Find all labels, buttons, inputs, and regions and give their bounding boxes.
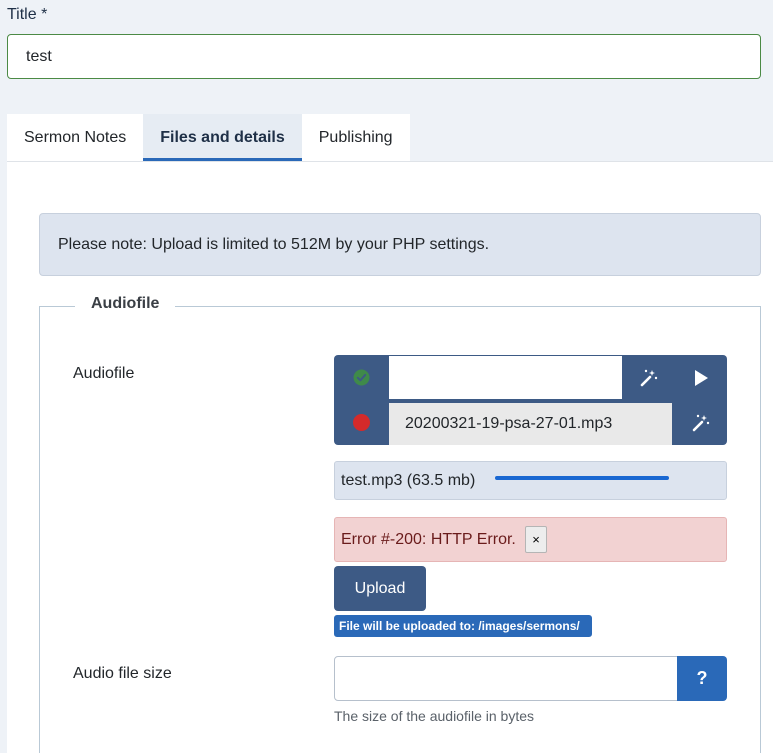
- audio-file-size-label: Audio file size: [73, 665, 172, 682]
- audiofile-local-select[interactable]: 20200321-19-psa-27-01.mp3: [389, 403, 672, 445]
- help-button[interactable]: ?: [677, 656, 727, 701]
- upload-progress-text: test.mp3 (63.5 mb): [341, 472, 476, 489]
- tab-sermon-notes[interactable]: Sermon Notes: [7, 114, 144, 161]
- upload-progress: test.mp3 (63.5 mb): [334, 461, 727, 500]
- upload-error: Error #-200: HTTP Error. ×: [334, 517, 727, 562]
- audio-file-size-input[interactable]: [334, 656, 678, 701]
- audiofile-local-row: 20200321-19-psa-27-01.mp3: [334, 400, 727, 445]
- red-dot-icon: [353, 414, 370, 431]
- local-lookup-button[interactable]: [675, 400, 727, 445]
- error-close-button[interactable]: ×: [525, 526, 547, 553]
- title-label: Title *: [7, 6, 48, 23]
- audiofile-url-input[interactable]: [389, 355, 622, 400]
- audiofile-fieldset: Audiofile Audiofile 20200321-19-psa-27-0…: [39, 295, 761, 753]
- audiofile-label: Audiofile: [73, 365, 135, 382]
- title-input[interactable]: test: [7, 34, 761, 79]
- play-button[interactable]: [675, 355, 727, 400]
- check-circle-icon: [353, 369, 370, 386]
- fieldset-legend: Audiofile: [75, 295, 176, 313]
- audiofile-url-row: [334, 355, 727, 400]
- upload-path-badge: File will be uploaded to: /images/sermon…: [334, 615, 592, 637]
- upload-button[interactable]: Upload: [334, 566, 426, 611]
- magic-wand-icon: [639, 368, 659, 388]
- upload-error-text: Error #-200: HTTP Error.: [341, 531, 516, 548]
- tab-bar: Sermon Notes Files and details Publishin…: [7, 114, 410, 161]
- tab-publishing[interactable]: Publishing: [301, 114, 410, 161]
- tab-files-and-details[interactable]: Files and details: [143, 114, 302, 161]
- magic-wand-icon: [691, 413, 711, 433]
- tab-panel: Please note: Upload is limited to 512M b…: [7, 161, 773, 753]
- upload-progress-bar: [495, 476, 669, 480]
- play-icon: [693, 369, 709, 387]
- lookup-button[interactable]: [622, 355, 675, 400]
- url-status: [334, 355, 389, 400]
- upload-limit-notice: Please note: Upload is limited to 512M b…: [39, 213, 761, 276]
- audio-file-size-hint: The size of the audiofile in bytes: [334, 708, 535, 724]
- local-status: [334, 400, 389, 445]
